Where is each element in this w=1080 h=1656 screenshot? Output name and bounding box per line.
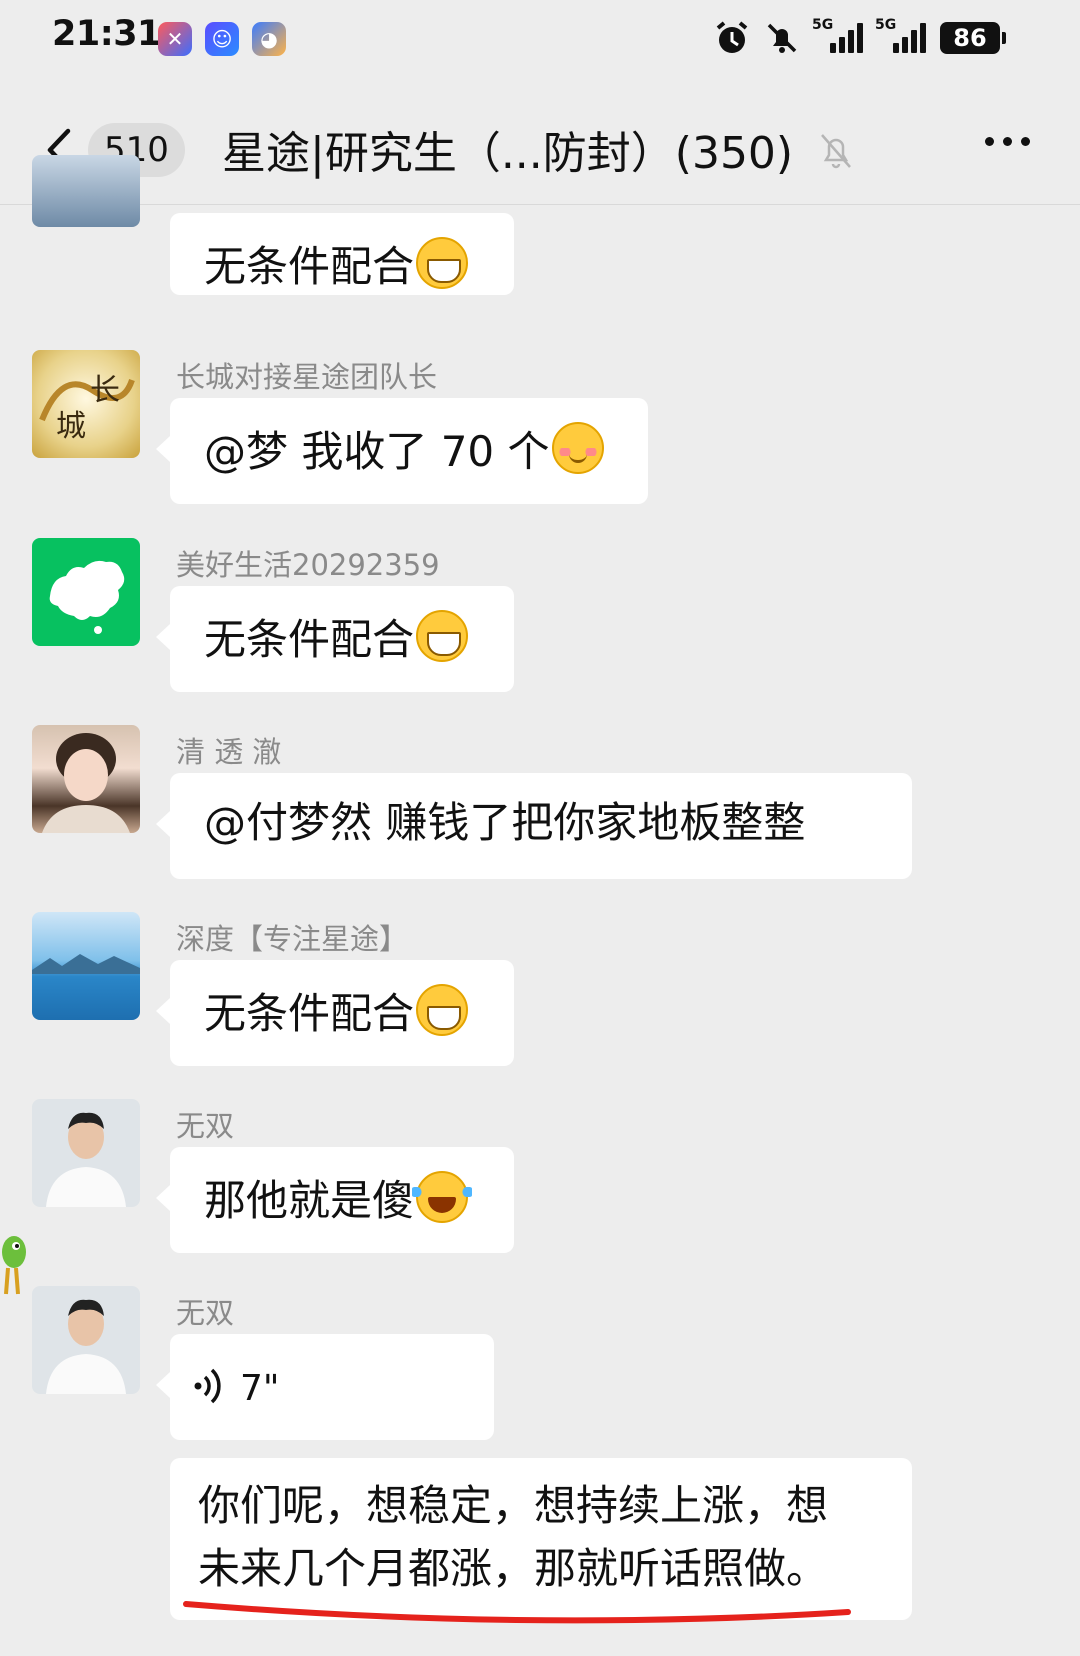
svg-text:长: 长	[90, 373, 120, 408]
grin-emoji-icon	[416, 237, 469, 289]
signal-5g-icon-1: 5G	[812, 17, 863, 53]
voice-duration: 7"	[240, 1368, 280, 1409]
chat-title: 星途|研究生（...防封）(350)	[222, 128, 794, 179]
avatar[interactable]	[32, 912, 140, 1020]
signal-label-2: 5G	[875, 17, 897, 33]
great-wall-logo-icon: 长 城	[39, 373, 135, 444]
person-photo-icon	[42, 733, 130, 833]
sticker-fragment-icon	[2, 1236, 26, 1295]
status-icons: 5G 5G 86	[714, 17, 1006, 58]
message-text: @付梦然 赚钱了把你家地板整整	[204, 798, 806, 847]
app-notification-icon-3: ◕	[252, 22, 286, 56]
lake-landscape-icon	[32, 954, 140, 974]
grin-emoji-icon	[416, 610, 469, 662]
transcript-line-1: 你们呢，想稳定，想持续上涨，想	[198, 1481, 829, 1530]
voice-message-bubble[interactable]: 7"	[156, 1334, 494, 1440]
more-options-icon[interactable]	[985, 137, 1030, 146]
message-bubble[interactable]: @付梦然 赚钱了把你家地板整整	[156, 773, 912, 879]
message-text: 那他就是傻	[204, 1176, 415, 1225]
man-photo-icon	[46, 1112, 126, 1207]
sender-name: 美好生活20292359	[176, 548, 440, 582]
sender-name: 深度【专注星途】	[176, 922, 409, 956]
sender-name: 无双	[176, 1296, 235, 1330]
battery-icon: 86	[940, 22, 1006, 54]
sender-name: 无双	[176, 1109, 235, 1143]
silent-bell-icon	[767, 23, 797, 53]
laugh-cry-emoji-icon	[412, 1171, 473, 1223]
alarm-icon	[716, 21, 748, 53]
message-text: 无条件配合	[204, 242, 415, 291]
avatar[interactable]	[32, 1099, 140, 1207]
svg-text:城: 城	[56, 409, 86, 444]
sender-name: 长城对接星途团队长	[176, 360, 438, 394]
avatar[interactable]	[32, 1286, 140, 1394]
message-text: 无条件配合	[204, 615, 415, 664]
sender-name: 清 透 澈	[176, 735, 282, 769]
message-bubble[interactable]: @梦 我收了 70 个	[156, 398, 648, 504]
voice-wave-icon	[194, 1368, 221, 1404]
shy-emoji-icon	[551, 422, 604, 474]
message-bubble[interactable]: 无条件配合	[156, 960, 514, 1066]
message-bubble[interactable]: 那他就是傻	[156, 1147, 514, 1253]
grin-emoji-icon	[416, 984, 469, 1036]
avatar[interactable]: 长 城	[32, 350, 140, 458]
signal-5g-icon-2: 5G	[875, 17, 926, 53]
china-map-icon	[49, 560, 125, 634]
message-text: @梦 我收了 70 个	[204, 427, 550, 476]
message-bubble[interactable]: 无条件配合	[170, 213, 514, 295]
avatar[interactable]	[32, 725, 140, 833]
app-notification-icon-2: ☺	[205, 22, 239, 56]
voice-transcript-bubble[interactable]: 你们呢，想稳定，想持续上涨，想 未来几个月都涨，那就听话照做。	[170, 1458, 912, 1620]
transcript-line-2: 未来几个月都涨，那就听话照做。	[198, 1544, 829, 1593]
message-bubble[interactable]: 无条件配合	[156, 586, 514, 692]
status-bar: 21:31 ✕ ☺ ◕ 5G 5G 86	[0, 0, 1080, 80]
message-text: 无条件配合	[204, 989, 415, 1038]
app-notification-icon-1: ✕	[158, 22, 192, 56]
avatar[interactable]	[32, 538, 140, 646]
chat-header: 510 星途|研究生（...防封）(350)	[0, 95, 1080, 205]
signal-label-1: 5G	[812, 17, 834, 33]
red-underline-annotation	[183, 1601, 851, 1624]
muted-bell-icon	[821, 134, 851, 169]
man-photo-icon	[46, 1299, 126, 1394]
avatar[interactable]	[32, 155, 140, 227]
status-time: 21:31	[52, 14, 161, 54]
